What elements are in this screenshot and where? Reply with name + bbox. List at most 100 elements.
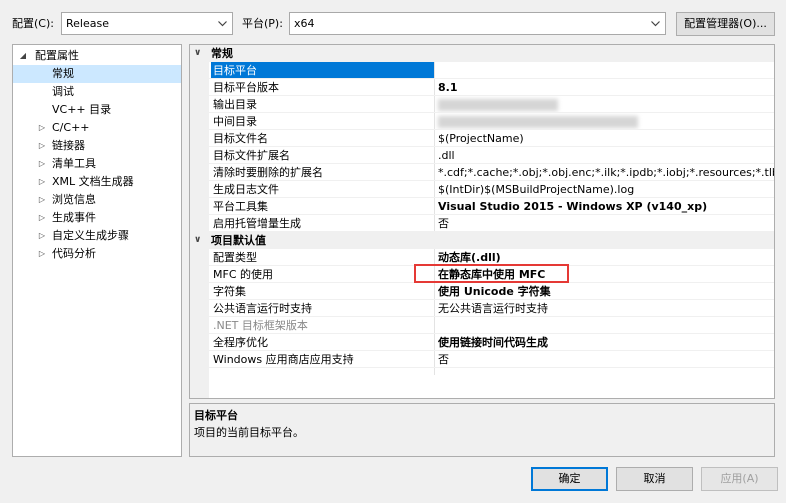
property-value[interactable]: $(IntDir)$(MSBuildProjectName).log [435,181,774,198]
property-name: 生成日志文件 [213,183,279,196]
config-value: Release [66,17,109,30]
tree-item[interactable]: ▷ XML 文档生成器 [13,173,181,191]
property-value[interactable]: $(ProjectName) [435,130,774,147]
config-manager-button[interactable]: 配置管理器(O)... [676,12,775,36]
property-value[interactable]: 8.1 [435,79,774,96]
tree-item-label: 代码分析 [52,247,96,260]
property-row[interactable]: 目标文件扩展名 .dll [190,147,774,164]
property-value[interactable]: 使用链接时间代码生成 [435,334,774,351]
cancel-button[interactable]: 取消 [616,467,693,491]
config-label: 配置(C): [12,17,54,30]
property-name: 目标平台 [211,62,434,79]
description-panel: 目标平台 项目的当前目标平台。 [189,403,775,457]
tree-item[interactable]: ▷ 清单工具 [13,155,181,173]
collapsed-triangle-icon[interactable]: ▷ [37,227,47,245]
collapse-chevron-icon[interactable]: ∨ [194,232,201,249]
property-tree: ◢ 配置属性 常规 调试 VC++ 目录 ▷ C/C++ ▷ 链接器 ▷ 清单工具 ▷ XML 文档… [12,44,182,457]
property-row[interactable]: 启用托管增量生成 否 [190,215,774,232]
collapsed-triangle-icon[interactable]: ▷ [37,119,47,137]
tree-item[interactable]: ▷ 代码分析 [13,245,181,263]
tree-item-label: VC++ 目录 [52,103,112,116]
grid-category-label: 项目默认值 [211,234,266,247]
property-pages-dialog: 配置(C): Release 平台(P): x64 配置管理器(O)... ◢ … [0,0,786,503]
tree-item[interactable]: ▷ 链接器 [13,137,181,155]
property-row[interactable]: 目标文件名 $(ProjectName) [190,130,774,147]
property-name: 目标文件扩展名 [213,149,290,162]
property-value[interactable]: .dll [435,147,774,164]
description-title: 目标平台 [194,409,238,422]
property-value[interactable]: *.cdf;*.cache;*.obj;*.obj.enc;*.ilk;*.ip… [435,164,774,181]
collapsed-triangle-icon[interactable]: ▷ [37,155,47,173]
property-name: 目标平台版本 [213,81,279,94]
property-name: 中间目录 [213,115,257,128]
tree-item[interactable]: ▷ C/C++ [13,119,181,137]
tree-item-label: 生成事件 [52,211,96,224]
property-row[interactable]: 中间目录 [190,113,774,130]
property-row[interactable]: 清除时要删除的扩展名 *.cdf;*.cache;*.obj;*.obj.enc;… [190,164,774,181]
grid-category-label: 常规 [211,47,233,60]
property-row[interactable]: 目标平台版本 8.1 [190,79,774,96]
property-row[interactable]: 目标平台 [190,62,774,79]
tree-item-label: 常规 [52,67,74,80]
property-name: 公共语言运行时支持 [213,302,312,315]
collapsed-triangle-icon[interactable]: ▷ [37,245,47,263]
property-row[interactable]: 公共语言运行时支持 无公共语言运行时支持 [190,300,774,317]
grid-category[interactable]: ∨ 项目默认值 [190,232,774,249]
property-value[interactable]: 使用 Unicode 字符集 [435,283,774,300]
tree-item[interactable]: ▷ 生成事件 [13,209,181,227]
redacted-value [438,116,638,128]
property-name: 目标文件名 [213,132,268,145]
tree-root[interactable]: ◢ 配置属性 [13,47,181,65]
property-value[interactable]: Visual Studio 2015 - Windows XP (v140_xp… [435,198,774,215]
row-divider [209,367,774,368]
tree-item[interactable]: VC++ 目录 [13,101,181,119]
ok-button[interactable]: 确定 [531,467,608,491]
description-text: 项目的当前目标平台。 [194,426,304,439]
chevron-down-icon [216,13,228,34]
property-row[interactable]: Windows 应用商店应用支持 否 [190,351,774,368]
property-name: MFC 的使用 [213,268,273,281]
property-grid: ∨ 常规目标平台目标平台版本 8.1 输出目录中间目录目标文件名 $(ProjectNa… [189,44,775,399]
collapse-chevron-icon[interactable]: ∨ [194,45,201,62]
tree-item[interactable]: ▷ 浏览信息 [13,191,181,209]
property-value[interactable]: 否 [435,351,774,368]
property-row[interactable]: 输出目录 [190,96,774,113]
tree-item-label: 浏览信息 [52,193,96,206]
tree-root-label: 配置属性 [35,49,79,62]
expanded-triangle-icon[interactable]: ◢ [18,47,28,65]
tree-item[interactable]: 调试 [13,83,181,101]
property-name: 全程序优化 [213,336,268,349]
property-name: 配置类型 [213,251,257,264]
property-row[interactable]: 生成日志文件 $(IntDir)$(MSBuildProjectName).log [190,181,774,198]
apply-button[interactable]: 应用(A) [701,467,778,491]
property-name: 平台工具集 [213,200,268,213]
tree-item-label: XML 文档生成器 [52,175,134,188]
config-select[interactable]: Release [61,12,233,35]
property-value[interactable]: 无公共语言运行时支持 [435,300,774,317]
property-row[interactable]: 平台工具集 Visual Studio 2015 - Windows XP (v1… [190,198,774,215]
property-name: Windows 应用商店应用支持 [213,353,354,366]
redacted-value [438,99,558,111]
tree-item[interactable]: 常规 [13,65,181,83]
platform-label: 平台(P): [242,17,283,30]
highlight-box [414,264,569,283]
grid-category[interactable]: ∨ 常规 [190,45,774,62]
collapsed-triangle-icon[interactable]: ▷ [37,173,47,191]
platform-select[interactable]: x64 [289,12,666,35]
property-value[interactable] [435,113,774,130]
property-name: 清除时要删除的扩展名 [213,166,323,179]
property-row[interactable]: .NET 目标框架版本 [190,317,774,334]
property-value[interactable]: 否 [435,215,774,232]
property-row[interactable]: 字符集 使用 Unicode 字符集 [190,283,774,300]
property-row[interactable]: 全程序优化 使用链接时间代码生成 [190,334,774,351]
chevron-down-icon [649,13,661,34]
tree-item-label: C/C++ [52,121,90,134]
platform-value: x64 [294,17,315,30]
collapsed-triangle-icon[interactable]: ▷ [37,137,47,155]
property-value[interactable] [435,96,774,113]
tree-item-label: 自定义生成步骤 [52,229,129,242]
collapsed-triangle-icon[interactable]: ▷ [37,191,47,209]
tree-item-label: 调试 [52,85,74,98]
collapsed-triangle-icon[interactable]: ▷ [37,209,47,227]
tree-item[interactable]: ▷ 自定义生成步骤 [13,227,181,245]
